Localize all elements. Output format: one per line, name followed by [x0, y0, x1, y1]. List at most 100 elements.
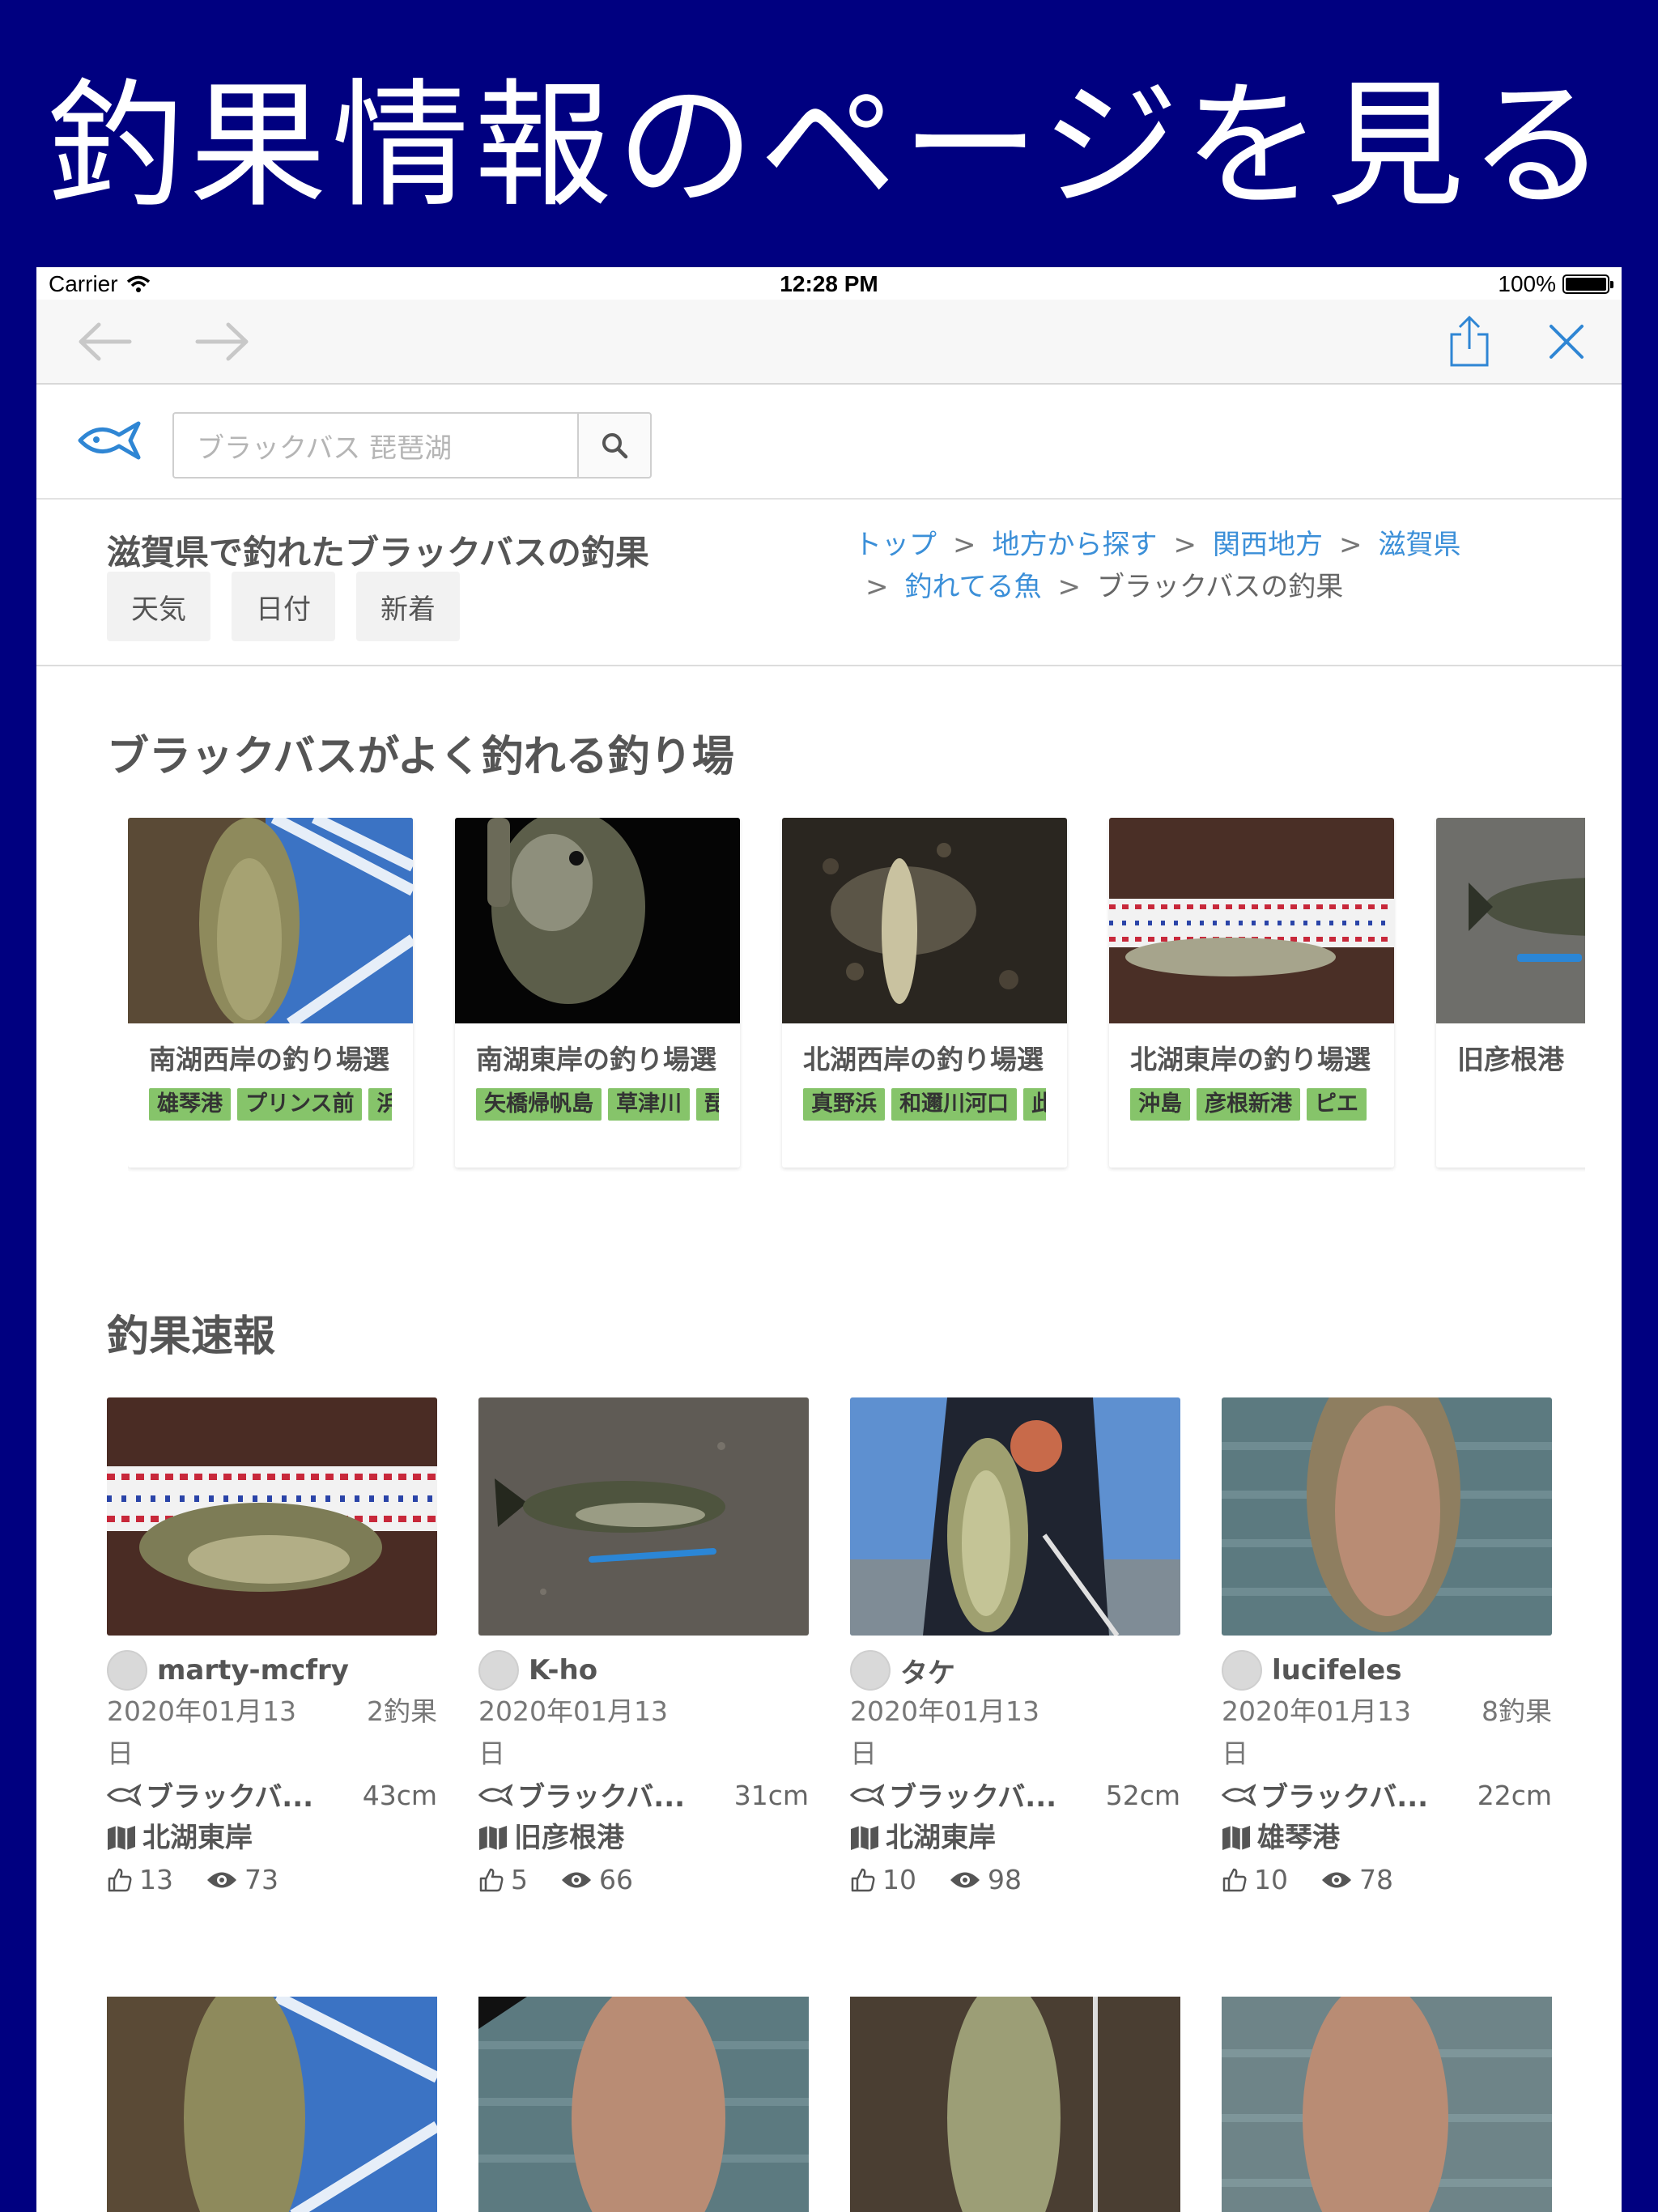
- catch-stats: 10 98: [850, 1859, 1046, 1901]
- page-header: 滋賀県で釣れたブラックバスの釣果 天気 日付 新着 トップ > 地方から探す > 関西地…: [36, 501, 1622, 666]
- catch-user[interactable]: marty-mcfry: [107, 1650, 349, 1691]
- thumbs-up-icon: [1222, 1868, 1247, 1892]
- spot-card[interactable]: 南湖東岸の釣り場選 矢橋帰帆島 草津川琵: [455, 818, 740, 1168]
- catch-photo[interactable]: [107, 1997, 437, 2212]
- spot-tag[interactable]: 矢橋帰帆島: [476, 1088, 602, 1121]
- breadcrumb-separator: >: [1339, 529, 1363, 561]
- catch-date: 2020年01月13日: [478, 1695, 668, 1769]
- catch-card[interactable]: marty-mcfry 2020年01月13日 2釣果 ブラックバ... 43c…: [107, 1397, 437, 1916]
- catch-user[interactable]: K-ho: [478, 1650, 597, 1691]
- battery-icon: [1562, 274, 1613, 294]
- catch-spot[interactable]: 北湖東岸: [850, 1817, 996, 1859]
- spot-tag[interactable]: 草津川: [608, 1088, 690, 1121]
- battery-percentage: 100%: [1498, 271, 1556, 296]
- filter-chips: 天気 日付 新着: [107, 572, 460, 641]
- catch-photo: [478, 1397, 809, 1636]
- spot-tag[interactable]: 沖島: [1130, 1088, 1190, 1121]
- user-name: marty-mcfry: [157, 1654, 349, 1687]
- user-avatar: [850, 1650, 891, 1691]
- catch-card[interactable]: K-ho 2020年01月13日 ブラックバ... 31cm 旧彦根港 5 66: [478, 1397, 809, 1916]
- map-icon: [851, 1826, 878, 1850]
- eye-icon: [1322, 1872, 1351, 1888]
- catch-stats: 5 66: [478, 1859, 657, 1901]
- fish-icon: [1222, 1783, 1256, 1806]
- spot-name: 北湖東岸の釣り場選: [1130, 1044, 1371, 1075]
- close-button[interactable]: [1534, 317, 1599, 366]
- status-right: 100%: [1498, 271, 1613, 297]
- catch-fish: ブラックバ...: [1222, 1775, 1428, 1814]
- catch-card[interactable]: lucifeles 2020年01月13日 8釣果 ブラックバ... 22cm …: [1222, 1397, 1552, 1916]
- eye-icon: [207, 1872, 236, 1888]
- catch-spot[interactable]: 雄琴港: [1222, 1817, 1340, 1859]
- thumbs-up-icon: [108, 1868, 132, 1892]
- browser-toolbar: [36, 300, 1622, 385]
- chip-date[interactable]: 日付: [232, 572, 335, 641]
- catch-card[interactable]: タケ 2020年01月13日 ブラックバ... 52cm 北湖東岸 10 98: [850, 1397, 1180, 1916]
- chip-new[interactable]: 新着: [356, 572, 460, 641]
- search-button[interactable]: [577, 412, 652, 479]
- battery-level: [1566, 278, 1606, 291]
- spot-tag[interactable]: プリンス前: [237, 1088, 363, 1121]
- spot-name: 南湖西岸の釣り場選: [149, 1044, 389, 1075]
- back-button[interactable]: [72, 317, 137, 366]
- catch-user[interactable]: lucifeles: [1222, 1650, 1401, 1691]
- page-title: 滋賀県で釣れたブラックバスの釣果: [107, 533, 649, 572]
- breadcrumb-current: ブラックバスの釣果: [1096, 571, 1344, 603]
- status-bar: Carrier 12:28 PM 100%: [36, 267, 1622, 300]
- breadcrumb-link-caught-fish[interactable]: 釣れてる魚: [905, 571, 1042, 603]
- share-button[interactable]: [1437, 315, 1502, 367]
- catch-photo[interactable]: [478, 1997, 809, 2212]
- spot-photo: [1436, 818, 1585, 1023]
- catch-user[interactable]: タケ: [850, 1650, 955, 1691]
- spot-tag[interactable]: 和邇川河口: [891, 1088, 1017, 1121]
- catch-date: 2020年01月13日: [107, 1695, 296, 1769]
- chip-weather[interactable]: 天気: [107, 572, 210, 641]
- catch-spot[interactable]: 北湖東岸: [107, 1817, 253, 1859]
- breadcrumb-link-region-search[interactable]: 地方から探す: [993, 529, 1158, 561]
- catch-date: 2020年01月13日: [850, 1695, 1039, 1769]
- spot-name: 旧彦根港: [1457, 1044, 1564, 1075]
- breadcrumb-link-kansai[interactable]: 関西地方: [1213, 529, 1323, 561]
- catch-stats: 10 78: [1222, 1859, 1418, 1901]
- user-avatar: [478, 1650, 519, 1691]
- spot-photo: [455, 818, 740, 1023]
- breadcrumb-link-shiga[interactable]: 滋賀県: [1379, 529, 1461, 561]
- catch-date: 2020年01月13日: [1222, 1695, 1411, 1769]
- fish-icon: [478, 1783, 512, 1806]
- forward-button[interactable]: [190, 317, 255, 366]
- spot-card[interactable]: 北湖東岸の釣り場選 沖島 彦根新港 ピエ: [1109, 818, 1394, 1168]
- site-logo[interactable]: [77, 420, 142, 464]
- like-count[interactable]: 10: [850, 1859, 916, 1901]
- spot-tag[interactable]: 雄琴港: [149, 1088, 231, 1121]
- like-count[interactable]: 13: [107, 1859, 173, 1901]
- catch-spot[interactable]: 旧彦根港: [478, 1817, 624, 1859]
- catch-photo: [850, 1397, 1180, 1636]
- catch-photo[interactable]: [850, 1997, 1180, 2212]
- thumbs-up-icon: [851, 1868, 875, 1892]
- fish-icon: [850, 1783, 884, 1806]
- catch-photo[interactable]: [1222, 1997, 1552, 2212]
- spot-name: 南湖東岸の釣り場選: [476, 1044, 716, 1075]
- spot-carousel[interactable]: 南湖西岸の釣り場選 雄琴港 プリンス前浜 南湖東岸の釣り場選 矢橋帰帆島 草津川琵: [128, 818, 1585, 1174]
- spot-photo: [1109, 818, 1394, 1023]
- spot-tag[interactable]: ピエ: [1307, 1088, 1367, 1121]
- spot-tag[interactable]: 浜: [368, 1088, 392, 1121]
- spot-tag[interactable]: 彦根新港: [1197, 1088, 1300, 1121]
- search-input[interactable]: ブラックバス 琵琶湖: [172, 412, 577, 479]
- catch-fish: ブラックバ...: [107, 1775, 313, 1814]
- spot-card[interactable]: 南湖西岸の釣り場選 雄琴港 プリンス前浜: [128, 818, 413, 1168]
- spot-tag[interactable]: 真野浜: [803, 1088, 885, 1121]
- device-screen: Carrier 12:28 PM 100% ブラックバス 琵琶湖 滋賀県で釣れた…: [36, 267, 1622, 2212]
- catch-count: 8釣果: [1482, 1695, 1552, 1727]
- catch-fish: ブラックバ...: [478, 1775, 685, 1814]
- spot-card[interactable]: 北湖西岸の釣り場選 真野浜 和邇川河口此: [782, 818, 1067, 1168]
- spot-tag[interactable]: 此: [1023, 1088, 1046, 1121]
- user-name: タケ: [900, 1657, 955, 1690]
- spot-card[interactable]: 旧彦根港: [1436, 818, 1585, 1168]
- like-count[interactable]: 5: [478, 1859, 528, 1901]
- like-count[interactable]: 10: [1222, 1859, 1288, 1901]
- breadcrumb-link-top[interactable]: トップ: [854, 529, 937, 561]
- eye-icon: [562, 1872, 591, 1888]
- spot-tag[interactable]: 琵: [696, 1088, 719, 1121]
- catches-section-title: 釣果速報: [107, 1312, 276, 1361]
